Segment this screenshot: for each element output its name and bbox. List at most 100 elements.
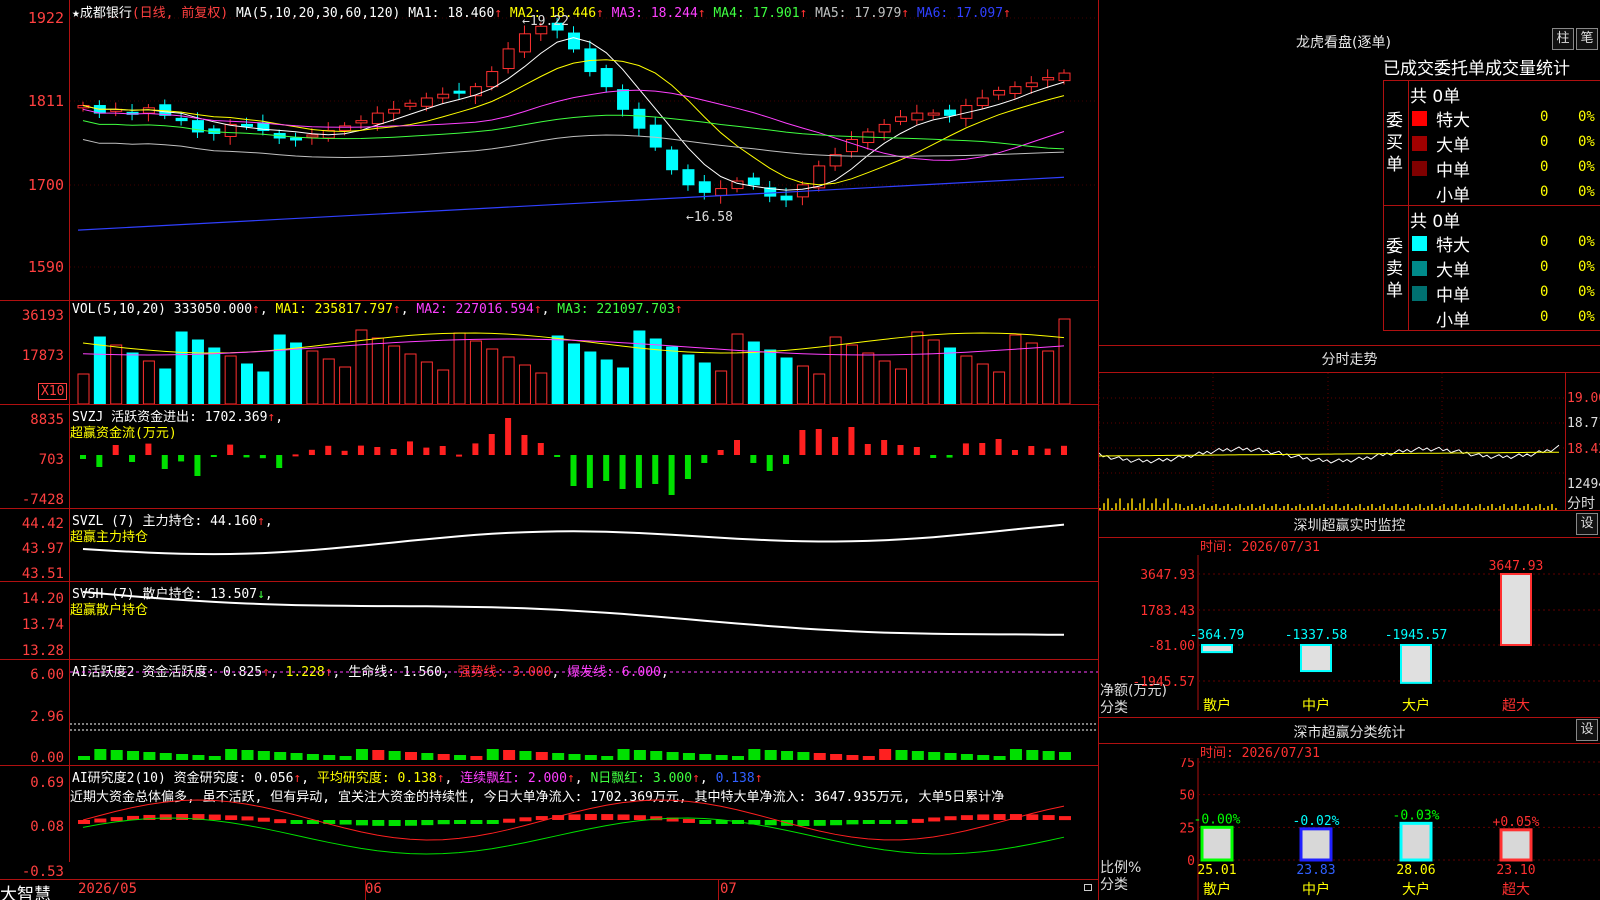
fund-flow-bar [145,443,152,455]
volume-bar [1042,350,1055,404]
volume-bar [290,342,303,404]
activity-bar [568,754,581,760]
date-tick-jul: 07 [720,881,737,897]
fund-flow-bar [96,455,103,467]
tab-executed[interactable]: 已成交 [1383,59,1434,79]
candle-body [633,108,646,129]
activity-bar [372,750,385,760]
activity-bar [682,753,695,760]
monitor-bar-value: 3647.93 [1489,559,1544,574]
research-bar [764,820,777,826]
kline-chart[interactable] [70,0,1098,300]
research-bar [633,815,646,820]
research-bar [355,820,368,826]
volume-bar [600,359,613,404]
research-bar [617,814,630,820]
buy-order-label: 委买单 [1386,111,1403,175]
volume-bar [469,340,482,404]
intraday-vol-bar [1163,503,1165,510]
activity-bar [879,749,892,760]
stats-category-label: 中户 [1302,881,1330,898]
activity-bar [290,753,303,760]
stats-bar [1200,825,1234,862]
order-category-label: 大单 [1436,261,1470,281]
activity-bar [715,755,728,760]
research-green-line [82,817,1065,855]
volume-bar [224,355,237,404]
intraday-tick-4: 12494 [1567,477,1600,492]
fund-flow-bar [701,455,708,463]
research-bar [503,818,516,823]
candle-body [911,112,924,121]
research-bar [405,820,417,826]
tab-orders[interactable]: 委托单 [1434,59,1485,79]
volume-bar [813,373,826,404]
order-count: 0 [1540,109,1549,125]
stats-change-label: -0.02% [1293,814,1340,829]
fund-flow-bar [488,434,495,455]
volume-bar [257,371,270,404]
volume-bar [862,352,875,404]
activity-bar [977,755,990,760]
candle-body [404,102,417,107]
lock-icon[interactable] [1084,884,1092,891]
volume-bar [388,345,401,404]
candle-body [306,134,319,138]
candle-body [1058,72,1071,82]
stats-chart: 7550250-0.00%25.01-0.02%23.83-0.03%28.06… [1179,758,1600,900]
stats-bar-value: 23.83 [1296,863,1335,878]
research-bar [584,814,597,820]
fund-flow-bar [881,440,888,455]
stats-settings-button[interactable]: 设 [1576,719,1598,741]
low-price-label: ←16.58 [686,210,733,225]
order-count: 0 [1540,234,1549,250]
stats-bar [1299,827,1333,862]
order-count: 0 [1540,184,1549,200]
fund-flow-bar [194,455,201,476]
fund-flow-bar [684,455,691,479]
stats-change-label: +0.05% [1493,815,1540,830]
monitor-y-tick: -1945.57 [1132,675,1195,690]
activity-bar [895,750,908,760]
order-count: 0 [1540,284,1549,300]
vol-unit-badge[interactable]: X10 [38,383,68,400]
activity-bar [1009,749,1022,760]
research-bar [94,818,107,823]
svzj-chart [80,418,1067,495]
research-bar [1026,814,1039,820]
candle-body [895,116,907,122]
research-bar [470,820,483,824]
activity-bar [519,751,532,760]
fund-flow-bar [783,455,790,464]
research-bar [960,815,973,820]
volume-bar [698,362,711,404]
candle-body [649,124,662,148]
fund-flow-bar [341,450,348,455]
volume-bar [126,352,139,404]
monitor-category-label: 中户 [1302,697,1330,714]
fund-flow-bar [390,449,397,455]
research-bar [421,820,434,826]
order-category-label: 中单 [1436,161,1470,181]
tab-volume-stats[interactable]: 成交量统计 [1485,59,1570,79]
ai-active-chart [70,671,1098,760]
research-bar [78,820,90,824]
research-bar [257,817,270,822]
ai-research-tick-3: -0.53 [21,864,64,880]
stats-y-tick: 75 [1179,758,1195,771]
order-count: 0 [1540,159,1549,175]
pen-mode-button[interactable]: 笔 [1576,28,1598,50]
candle-body [290,137,303,141]
activity-bar [421,753,434,760]
monitor-settings-button[interactable]: 设 [1576,513,1598,535]
svsh-tick-1: 14.20 [21,591,64,607]
activity-bar [944,753,957,760]
activity-bar [323,755,336,760]
intraday-vol-bar [1151,503,1153,510]
activity-bar [110,750,123,760]
candle-body [518,33,531,53]
bar-mode-button[interactable]: 柱 [1552,28,1574,50]
activity-bar [339,756,352,760]
sell-order-label: 委卖单 [1386,237,1403,301]
fund-flow-bar [161,455,168,469]
